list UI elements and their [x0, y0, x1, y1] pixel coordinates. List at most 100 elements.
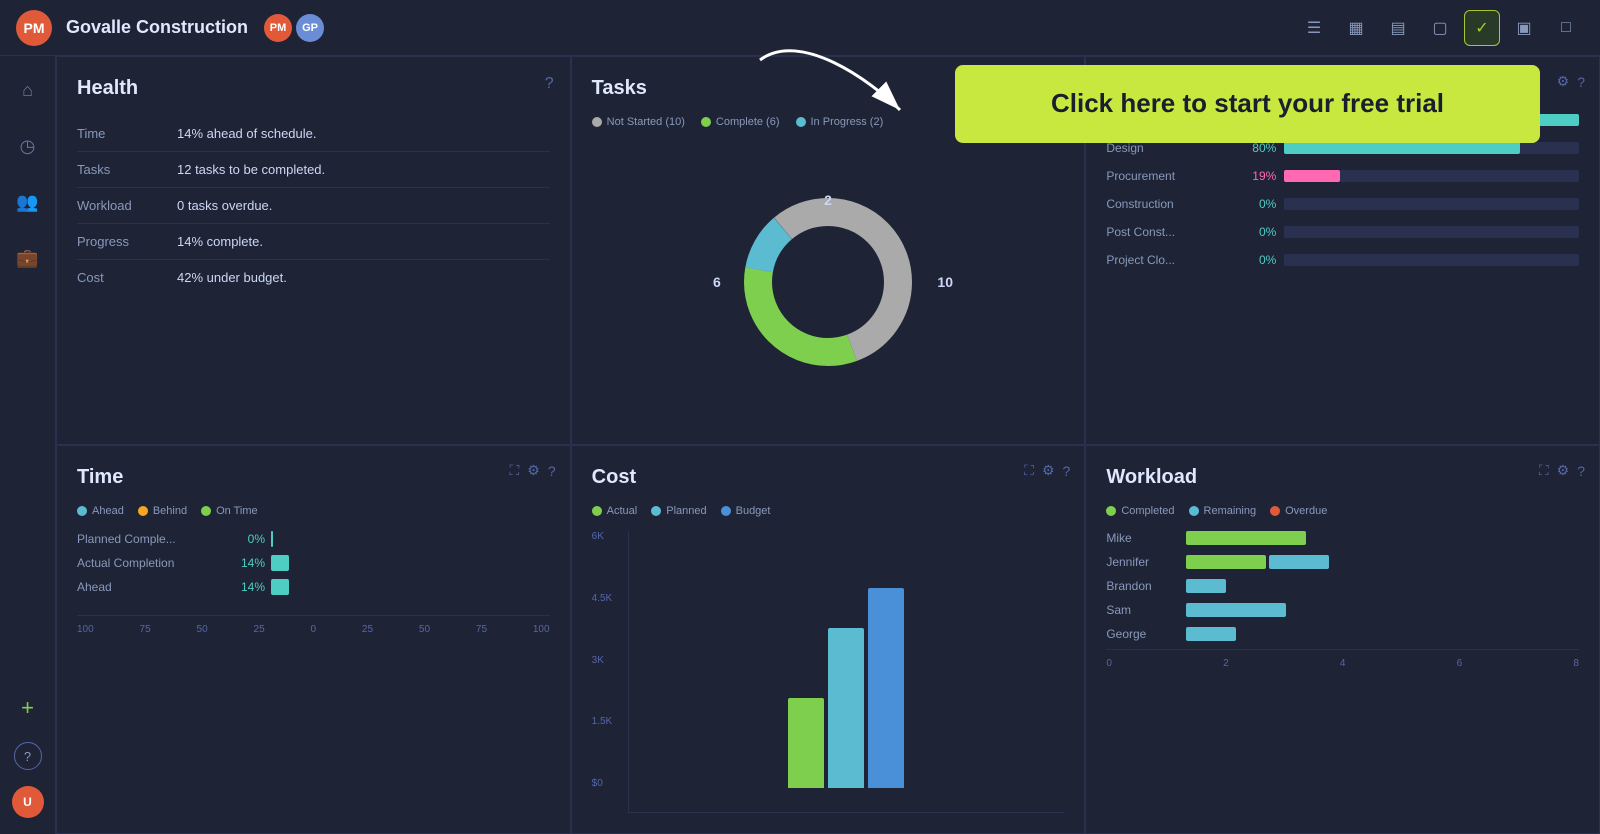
workload-row-mike: Mike	[1106, 531, 1579, 545]
sidebar: ⌂ ◷ 👥 💼 + ? U	[0, 56, 56, 834]
free-trial-text: Click here to start your free trial	[1051, 87, 1444, 121]
workload-row-sam: Sam	[1106, 603, 1579, 617]
time-legend: Ahead Behind On Time	[77, 505, 550, 517]
cost-y-0: $0	[592, 778, 613, 789]
legend-ahead: Ahead	[77, 505, 124, 517]
health-label-workload: Workload	[77, 198, 177, 213]
health-label-cost: Cost	[77, 270, 177, 285]
workload-name-jennifer: Jennifer	[1106, 555, 1186, 569]
workload-bars-brandon	[1186, 579, 1579, 593]
health-label-tasks: Tasks	[77, 162, 177, 177]
progress-help-icon[interactable]: ?	[1577, 74, 1585, 90]
health-panel: Health ? Time 14% ahead of schedule. Tas…	[56, 56, 571, 445]
workload-bar-sam-remaining	[1186, 603, 1286, 617]
cost-bar-budget	[868, 588, 904, 788]
sidebar-help-btn[interactable]: ?	[14, 742, 42, 770]
legend-dot-remaining	[1189, 506, 1199, 516]
workload-settings-icon[interactable]: ⚙	[1557, 462, 1570, 479]
workload-bar-jennifer-completed	[1186, 555, 1266, 569]
cost-help-icon[interactable]: ?	[1063, 463, 1071, 479]
legend-dot-behind	[138, 506, 148, 516]
legend-remaining: Remaining	[1189, 505, 1257, 517]
table-view-btn[interactable]: ▢	[1422, 10, 1458, 46]
project-title: Govalle Construction	[66, 17, 248, 38]
cost-expand-icon[interactable]: ⛶	[1024, 462, 1034, 479]
donut-chart: 2 6 10	[728, 182, 928, 382]
legend-planned: Planned	[651, 505, 706, 517]
cost-panel-icons: ⛶ ⚙ ?	[1024, 462, 1070, 479]
cost-settings-icon[interactable]: ⚙	[1042, 462, 1055, 479]
workload-bars-sam	[1186, 603, 1579, 617]
legend-dot-ahead	[77, 506, 87, 516]
progress-bar-bg-design	[1284, 142, 1579, 154]
donut-svg	[728, 182, 928, 382]
avatar-gp: GP	[296, 14, 324, 42]
time-row-ahead: Ahead 14%	[77, 579, 550, 595]
time-bar-ahead	[271, 579, 289, 595]
sidebar-user-avatar[interactable]: U	[12, 786, 44, 818]
legend-dot-complete	[701, 117, 711, 127]
columns-view-btn[interactable]: ▦	[1338, 10, 1374, 46]
calendar-view-btn[interactable]: ▣	[1506, 10, 1542, 46]
workload-bar-mike-completed	[1186, 531, 1306, 545]
time-bar-planned	[271, 531, 273, 547]
progress-bar-bg-post-const	[1284, 226, 1579, 238]
workload-help-icon[interactable]: ?	[1577, 463, 1585, 479]
progress-label-procurement: Procurement	[1106, 169, 1226, 183]
health-value-cost: 42% under budget.	[177, 270, 287, 285]
workload-bars-mike	[1186, 531, 1579, 545]
toolbar-icons: ☰ ▦ ▤ ▢ ✓ ▣ □	[1296, 10, 1584, 46]
legend-completed: Completed	[1106, 505, 1174, 517]
legend-dot-in-progress	[796, 117, 806, 127]
time-bar-actual	[271, 555, 289, 571]
time-row-pct-ahead: 14%	[217, 580, 265, 594]
progress-label-construction: Construction	[1106, 197, 1226, 211]
time-settings-icon[interactable]: ⚙	[527, 462, 540, 479]
workload-expand-icon[interactable]: ⛶	[1539, 462, 1549, 479]
health-help-icon[interactable]: ?	[545, 75, 554, 93]
cost-chart-wrapper: 6K 4.5K 3K 1.5K $0	[592, 531, 1065, 813]
time-rows: Planned Comple... 0% Actual Completion 1…	[77, 531, 550, 595]
workload-name-brandon: Brandon	[1106, 579, 1186, 593]
legend-not-started: Not Started (10)	[592, 116, 685, 128]
time-row-actual: Actual Completion 14%	[77, 555, 550, 571]
cost-y-4k5: 4.5K	[592, 593, 613, 604]
workload-title: Workload	[1106, 466, 1579, 489]
chart-view-btn[interactable]: ✓	[1464, 10, 1500, 46]
legend-dot-overdue	[1270, 506, 1280, 516]
legend-dot-planned	[651, 506, 661, 516]
sidebar-item-home[interactable]: ⌂	[10, 72, 46, 108]
time-row-pct-actual: 14%	[217, 556, 265, 570]
sidebar-item-people[interactable]: 👥	[10, 184, 46, 220]
file-view-btn[interactable]: □	[1548, 10, 1584, 46]
sidebar-item-clock[interactable]: ◷	[10, 128, 46, 164]
list-view-btn[interactable]: ☰	[1296, 10, 1332, 46]
time-help-icon[interactable]: ?	[548, 463, 556, 479]
progress-bar-bg-project-close	[1284, 254, 1579, 266]
free-trial-banner[interactable]: Click here to start your free trial	[955, 65, 1540, 143]
health-row-cost: Cost 42% under budget.	[77, 260, 550, 295]
workload-name-sam: Sam	[1106, 603, 1186, 617]
avatar-group: PM GP	[264, 14, 324, 42]
legend-budget: Budget	[721, 505, 771, 517]
progress-settings-icon[interactable]: ⚙	[1557, 73, 1570, 90]
sidebar-add-btn[interactable]: +	[10, 690, 46, 726]
workload-panel: Workload ⛶ ⚙ ? Completed Remaining Overd…	[1085, 445, 1600, 834]
progress-pct-design: 80%	[1226, 141, 1276, 155]
progress-label-project-close: Project Clo...	[1106, 253, 1226, 267]
app-logo: PM	[16, 10, 52, 46]
sidebar-item-briefcase[interactable]: 💼	[10, 240, 46, 276]
health-value-progress: 14% complete.	[177, 234, 263, 249]
time-expand-icon[interactable]: ⛶	[509, 462, 519, 479]
align-view-btn[interactable]: ▤	[1380, 10, 1416, 46]
progress-row-procurement: Procurement 19%	[1106, 169, 1579, 183]
workload-bar-jennifer-remaining	[1269, 555, 1329, 569]
time-row-label-actual: Actual Completion	[77, 556, 217, 570]
legend-dot-budget	[721, 506, 731, 516]
legend-on-time: On Time	[201, 505, 258, 517]
health-rows: Time 14% ahead of schedule. Tasks 12 tas…	[77, 116, 550, 295]
progress-pct-post-const: 0%	[1226, 225, 1276, 239]
legend-actual: Actual	[592, 505, 638, 517]
workload-row-george: George	[1106, 627, 1579, 641]
progress-pct-procurement: 19%	[1226, 169, 1276, 183]
